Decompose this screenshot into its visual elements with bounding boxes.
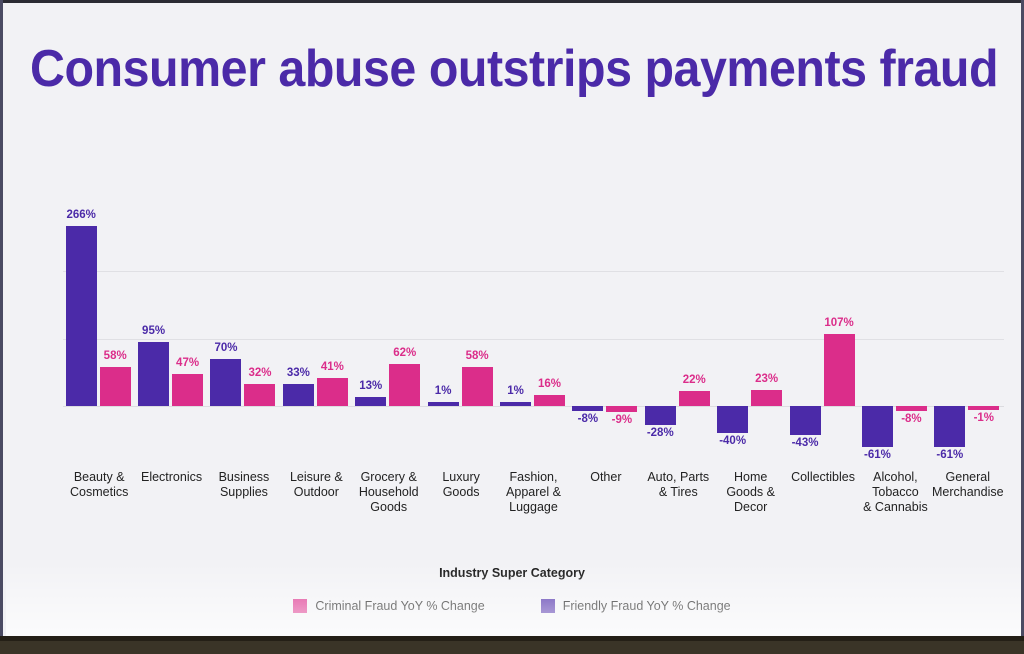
plot-area: 0%100%200% 266%58%95%47%70%32%33%41%13%6…	[63, 203, 1004, 463]
bar-rect	[968, 406, 1000, 410]
bar-rect	[789, 406, 821, 436]
bar-group: 1% 58%	[427, 203, 493, 463]
bar-rect	[572, 406, 604, 412]
bar-group: -61% -1%	[934, 203, 1000, 463]
bar-value-label: 266%	[66, 209, 96, 222]
bar-value-label: -61%	[863, 449, 891, 462]
bar-chart: 0%100%200% 266%58%95%47%70%32%33%41%13%6…	[3, 3, 1021, 636]
bar-group: -8% -9%	[572, 203, 638, 463]
chart-legend: Criminal Fraud YoY % Change Friendly Frau…	[3, 599, 1021, 613]
bar-value-label: 70%	[214, 341, 238, 354]
bar-rect	[606, 406, 638, 413]
bar-rect	[534, 395, 565, 406]
bar-value-label: -1%	[973, 412, 995, 424]
bar-group: 70% 32%	[210, 203, 276, 463]
bar-group: -43% 107%	[789, 203, 855, 463]
bar-rect	[99, 366, 131, 406]
legend-item[interactable]: Friendly Fraud YoY % Change	[540, 599, 731, 613]
bar-rect	[678, 391, 710, 406]
x-axis-title: Industry Super Category	[439, 566, 585, 580]
legend-label: Friendly Fraud YoY % Change	[562, 599, 731, 613]
bar-rect	[751, 390, 783, 406]
window-bottom-bar	[0, 636, 1024, 654]
bar-rect	[895, 406, 927, 412]
bar-value-label: 95%	[142, 324, 166, 337]
bar-rect	[138, 341, 170, 406]
bar-group: 13% 62%	[355, 203, 421, 463]
bar-rect	[210, 358, 242, 406]
window-bottom-strip	[0, 636, 1024, 641]
legend-swatch	[293, 599, 308, 613]
bar-value-label: -28%	[646, 426, 674, 439]
bar-value-label: -43%	[791, 437, 819, 450]
bar-group: -61% -8%	[861, 203, 927, 463]
bar-rect	[427, 402, 459, 406]
bar-group: -40% 23%	[717, 203, 783, 463]
bar-rect	[282, 383, 314, 406]
legend-item[interactable]: Criminal Fraud YoY % Change	[293, 599, 485, 613]
legend-swatch	[540, 599, 555, 613]
legend-label: Criminal Fraud YoY % Change	[315, 599, 485, 613]
bar-rect	[65, 226, 97, 406]
bar-group: 95% 47%	[138, 203, 204, 463]
bar-rect	[861, 406, 893, 448]
bar-group: 33% 41%	[282, 203, 348, 463]
bar-group: -28% 22%	[644, 203, 710, 463]
bar-rect	[172, 374, 204, 406]
slide-canvas: Consumer abuse outstrips payments fraud …	[3, 3, 1021, 636]
bar-rect	[823, 333, 855, 406]
bar-rect	[355, 397, 387, 406]
x-axis-category-label: General Merchandise	[932, 470, 1004, 499]
bar-value-label: -61%	[936, 449, 964, 462]
bar-rect	[500, 402, 531, 406]
bar-rect	[244, 384, 276, 406]
bar-value-label: -40%	[719, 435, 747, 447]
bar-rect	[717, 406, 749, 433]
slide-screenshot: Consumer abuse outstrips payments fraud …	[0, 0, 1024, 654]
bar-rect	[644, 406, 676, 425]
